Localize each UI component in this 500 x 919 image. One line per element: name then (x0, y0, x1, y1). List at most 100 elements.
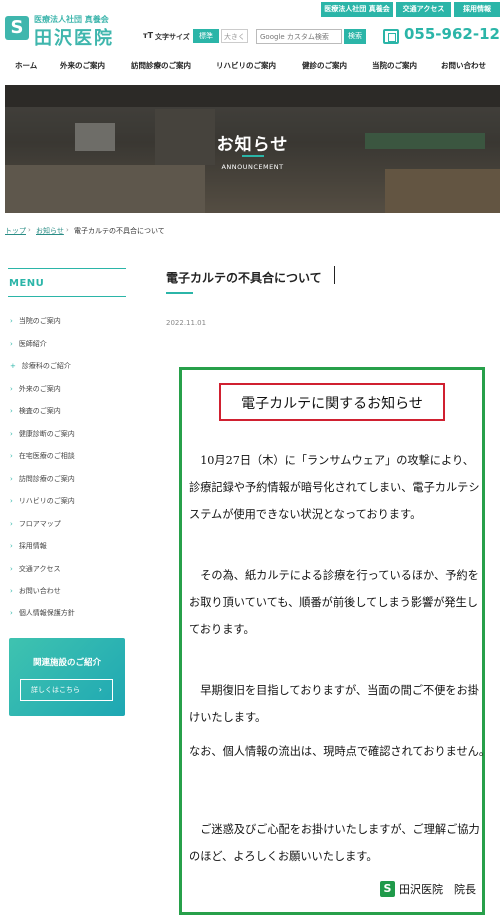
notice-paragraph: なお、個人情報の流出は、現時点で確認されておりません。 (189, 738, 491, 765)
sidebar-item[interactable]: › 当院のご案内 (10, 316, 61, 326)
sidebar-item-label: 在宅医療のご相談 (18, 452, 75, 460)
notice-line: 早期復旧を目指しておりますが、当面の間ご不便をお掛 (189, 684, 479, 697)
nav-home-visit[interactable]: 訪問診療のご案内 (131, 60, 191, 71)
nav-rehabilitation[interactable]: リハビリのご案内 (216, 60, 276, 71)
notice-line: ご迷惑及びご心配をお掛けいたしますが、ご理解ご協力 (189, 823, 480, 836)
chevron-right-icon: › (10, 452, 13, 460)
notice-paragraph: ご迷惑及びご心配をお掛けいたしますが、ご理解ご協力 のほど、よろしくお願いいたしま… (189, 816, 484, 870)
breadcrumb-current: 電子カルテの不具合について (74, 227, 165, 235)
text-cursor (334, 266, 335, 284)
sidebar-item-label: フロアマップ (18, 520, 61, 528)
font-size-standard-button[interactable]: 標準 (193, 29, 219, 43)
top-link-corporation[interactable]: 医療法人社団 真養会 (321, 2, 393, 17)
hero-banner: お知らせ ANNOUNCEMENT (5, 85, 500, 213)
sidebar-item[interactable]: › 外来のご案内 (10, 384, 61, 394)
chevron-right-icon: › (10, 542, 13, 550)
post-date: 2022.11.01 (166, 319, 207, 327)
sidebar-item[interactable]: › フロアマップ (10, 519, 61, 529)
search-button[interactable]: 検索 (344, 29, 366, 44)
notice-paragraph: その為、紙カルテによる診療を行っているほか、予約を お取り頂いていても、順番が前後… (189, 562, 484, 643)
chevron-right-icon: › (10, 385, 13, 393)
sidebar-item[interactable]: › 検査のご案内 (10, 406, 61, 416)
nav-about[interactable]: 当院のご案内 (372, 60, 417, 71)
sidebar-item-label: 採用情報 (18, 542, 47, 550)
notice-image: 電子カルテに関するお知らせ 10月27日（木）に「ランサムウェア」の攻撃により、… (179, 367, 491, 915)
sidebar-item-label: 個人情報保護方針 (18, 609, 75, 617)
hero-title: お知らせ (216, 135, 289, 155)
plus-icon: + (10, 362, 16, 370)
notice-paragraph: 10月27日（木）に「ランサムウェア」の攻撃により、 診療記録や予約情報が暗号化さ… (189, 447, 484, 528)
phone-number[interactable]: 055-962-1205 (404, 25, 500, 43)
post-title-accent (166, 292, 193, 294)
notice-line: お取り頂いていても、順番が前後してしまう影響が発生し (189, 596, 478, 609)
chevron-right-icon: › (10, 587, 13, 595)
sidebar-item-label: リハビリのご案内 (18, 497, 75, 505)
chevron-right-icon: › (10, 520, 13, 528)
sidebar-item-label: 検査のご案内 (18, 407, 61, 415)
notice-line: なお、個人情報の流出は、現時点で確認されておりません。 (189, 745, 491, 758)
notice-line: 診療記録や予約情報が暗号化されてしまい、電子カルテシ (189, 481, 480, 494)
notice-line: 10月27日（木）に「ランサムウェア」の攻撃により、 (189, 454, 474, 467)
nav-contact[interactable]: お問い合わせ (441, 60, 486, 71)
sidebar-item-label: 医師紹介 (18, 340, 47, 348)
breadcrumb-separator: › (28, 226, 31, 234)
sidebar-menu-heading: MENU (9, 278, 45, 289)
chevron-right-icon: › (10, 565, 13, 573)
sidebar-item[interactable]: › 採用情報 (10, 541, 47, 551)
sidebar-item-label: 外来のご案内 (18, 385, 61, 393)
hero-accent-bar (242, 155, 264, 157)
chevron-right-icon: › (10, 475, 13, 483)
chevron-right-icon: › (10, 340, 13, 348)
sidebar-item-label: 健康診断のご案内 (18, 430, 75, 438)
sidebar-item[interactable]: › リハビリのご案内 (10, 496, 75, 506)
font-size-icon: ᴛT (143, 31, 154, 40)
menu-divider (8, 296, 126, 297)
breadcrumb-home[interactable]: トップ (5, 226, 26, 236)
breadcrumb-separator: › (66, 226, 69, 234)
notice-signature: 田沢医院 院長 (399, 883, 476, 896)
nav-outpatient[interactable]: 外来のご案内 (60, 60, 105, 71)
sidebar-item[interactable]: › 個人情報保護方針 (10, 608, 75, 618)
sidebar-item-label: 交通アクセス (18, 565, 61, 573)
notice-line: その為、紙カルテによる診療を行っているほか、予約を (189, 569, 479, 582)
notice-paragraph: 早期復旧を目指しておりますが、当面の間ご不便をお掛 けいたします。 (189, 677, 484, 731)
sidebar-item-label: 当院のご案内 (18, 317, 61, 325)
chevron-right-icon: › (10, 430, 13, 438)
sidebar-item-label: 訪問診療のご案内 (18, 475, 75, 483)
sidebar-item[interactable]: › 在宅医療のご相談 (10, 451, 75, 461)
clinic-logo-mark[interactable]: S (5, 16, 29, 40)
notice-line: ております。 (189, 623, 255, 636)
chevron-right-icon: › (98, 685, 102, 694)
related-facilities-button[interactable]: 詳しくはこちら › (20, 679, 113, 701)
sidebar-item[interactable]: › 交通アクセス (10, 564, 60, 574)
related-facilities-card: 関連施設のご紹介 詳しくはこちら › (9, 638, 125, 716)
clinic-logo-name[interactable]: 田沢医院 (34, 24, 114, 50)
notice-line: のほど、よろしくお願いいたします。 (189, 850, 378, 863)
related-facilities-title: 関連施設のご紹介 (32, 658, 101, 668)
top-link-access[interactable]: 交通アクセス (396, 2, 451, 17)
nav-home[interactable]: ホーム (15, 60, 37, 71)
phone-icon (383, 29, 399, 44)
breadcrumb-news[interactable]: お知らせ (36, 226, 64, 236)
sidebar-item[interactable]: › 健康診断のご案内 (10, 429, 75, 439)
notice-title: 電子カルテに関するお知らせ (241, 396, 423, 412)
related-facilities-button-label: 詳しくはこちら (31, 686, 80, 694)
chevron-right-icon: › (10, 609, 13, 617)
hero-subtitle: ANNOUNCEMENT (221, 163, 284, 171)
font-size-large-button[interactable]: 大きく (221, 29, 248, 43)
menu-divider (8, 268, 126, 269)
clinic-logo-icon: S (380, 881, 395, 897)
font-size-label: 文字サイズ (155, 33, 190, 41)
sidebar-item[interactable]: › 訪問診療のご案内 (10, 474, 75, 484)
notice-line: ステムが使用できない状況となっております。 (189, 508, 422, 521)
sidebar-item[interactable]: › 医師紹介 (10, 339, 47, 349)
post-title: 電子カルテの不具合について (166, 271, 322, 285)
sidebar-item[interactable]: + 診療科のご紹介 (10, 361, 71, 371)
search-input[interactable] (256, 29, 342, 44)
sidebar-item[interactable]: › お問い合わせ (10, 586, 61, 596)
chevron-right-icon: › (10, 407, 13, 415)
nav-checkup[interactable]: 健診のご案内 (302, 60, 347, 71)
chevron-right-icon: › (10, 317, 13, 325)
sidebar-item-label: お問い合わせ (18, 587, 61, 595)
top-link-recruit[interactable]: 採用情報 (454, 2, 500, 17)
